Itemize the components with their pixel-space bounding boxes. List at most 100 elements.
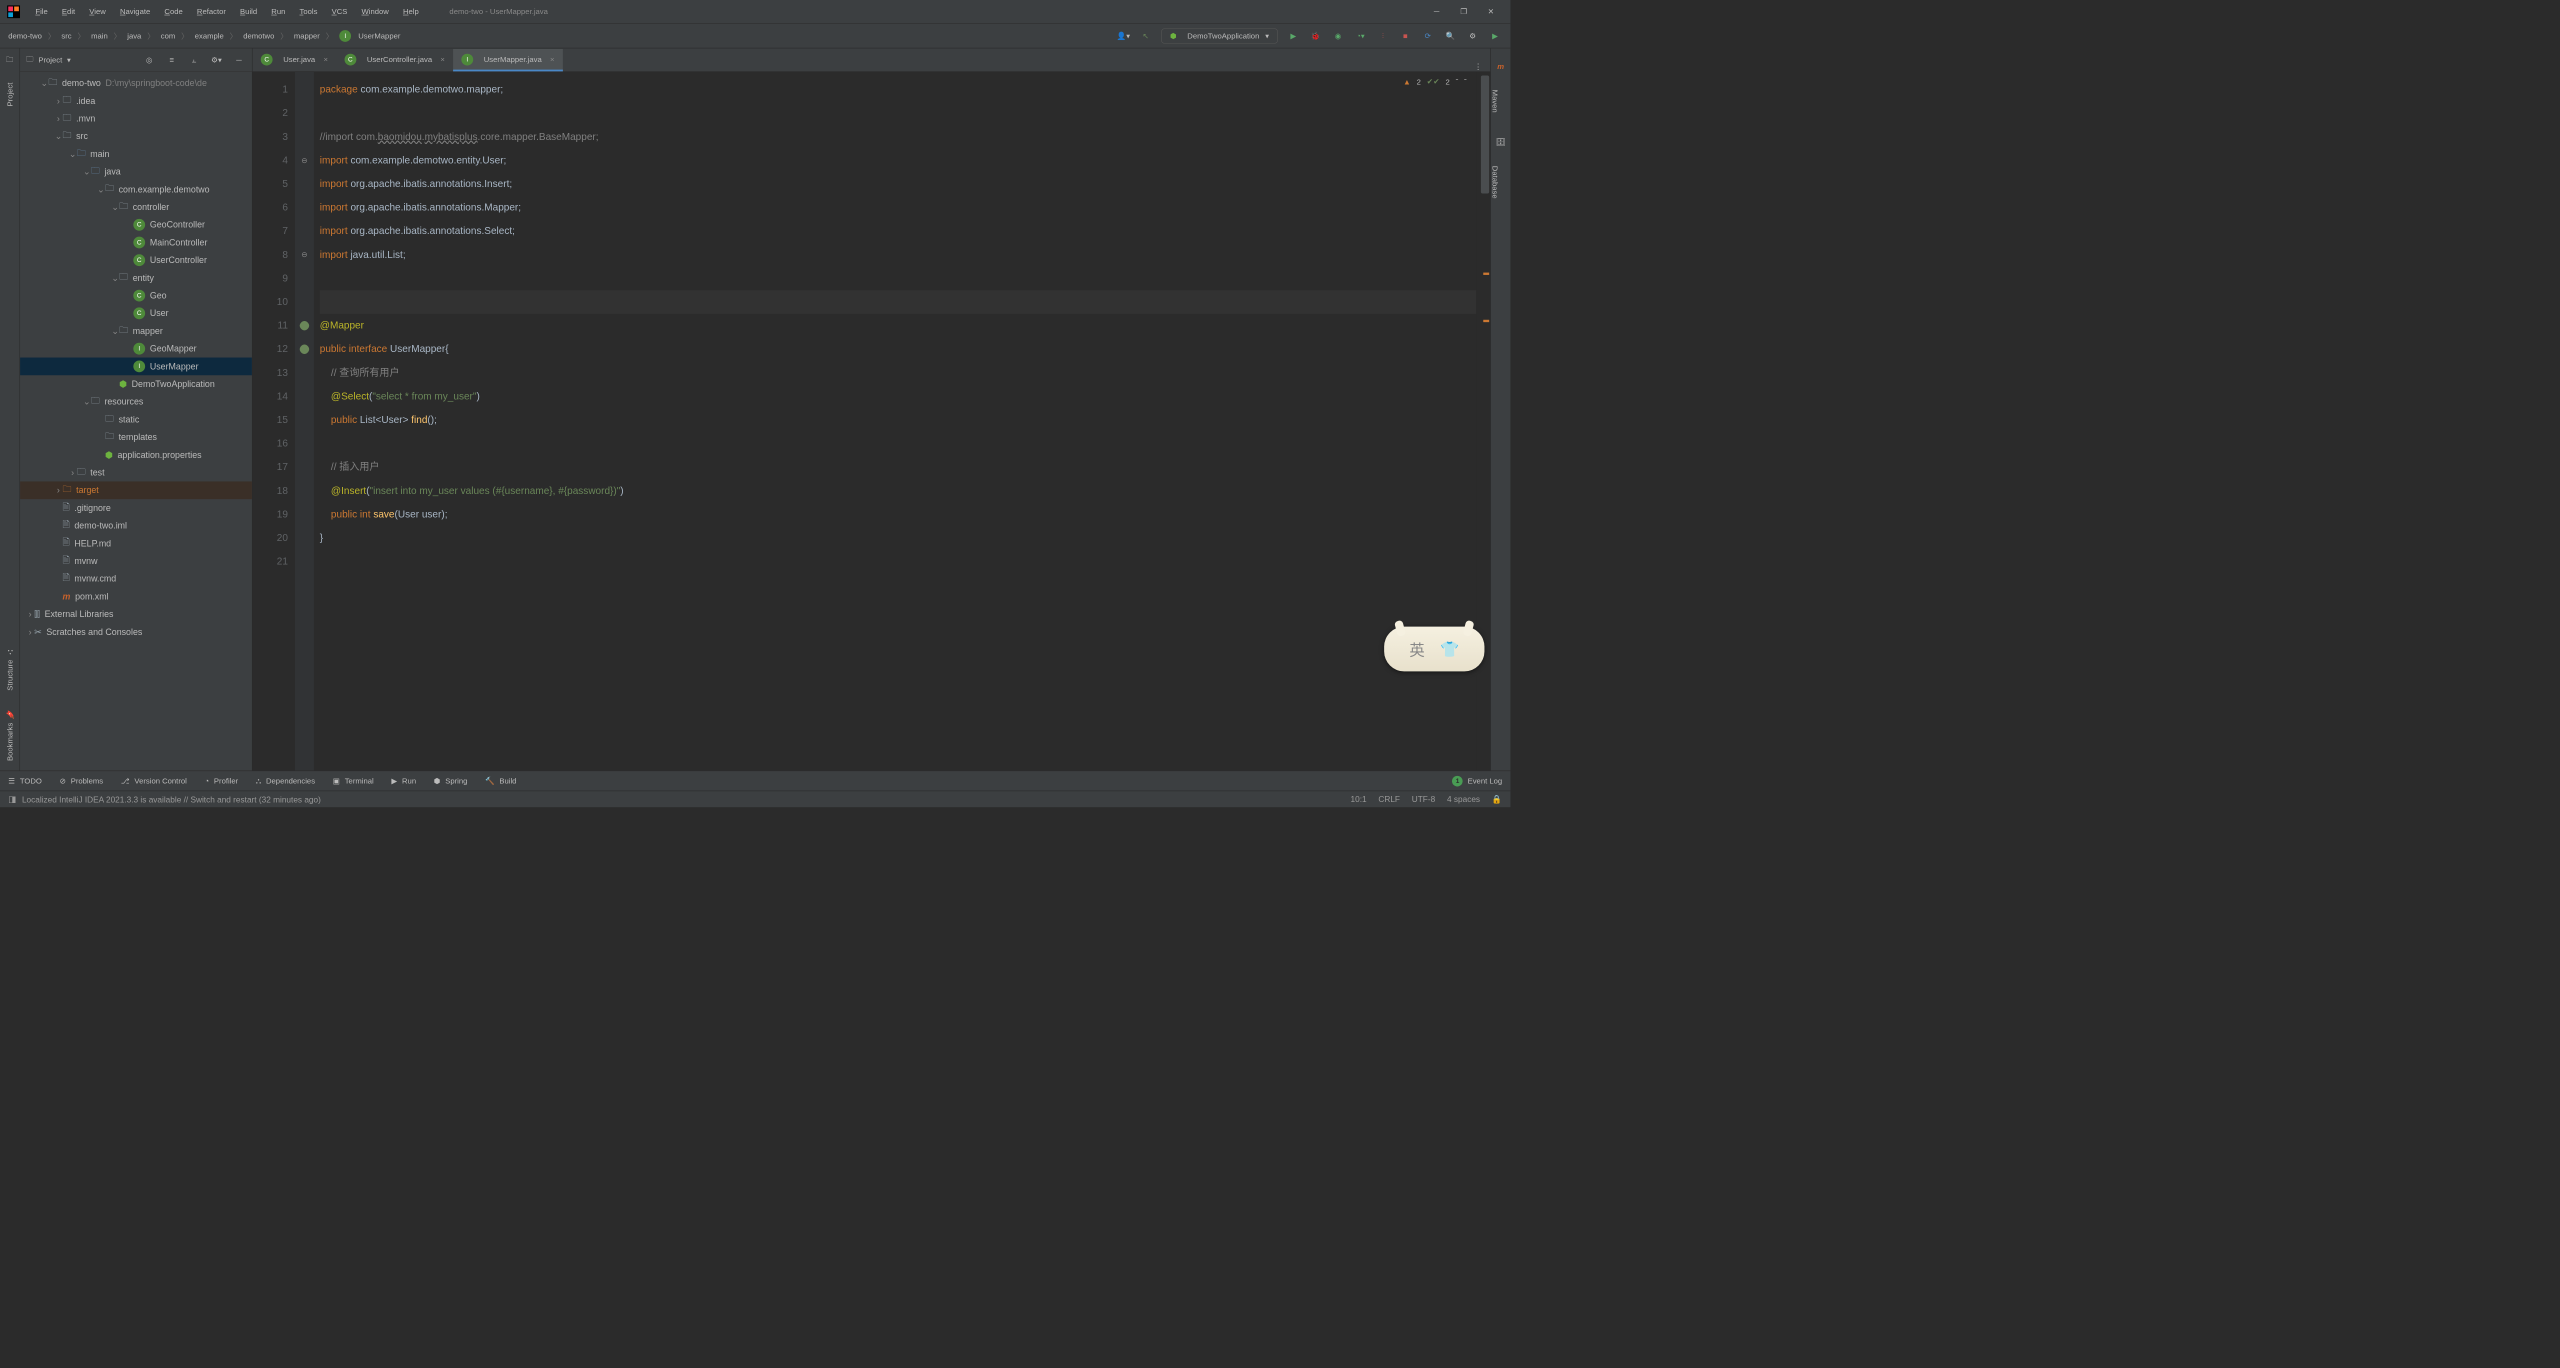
tree-item-HELP.md[interactable]: 🗎HELP.md [20,535,252,553]
tree-arrow[interactable]: › [54,114,62,124]
maven-tool-button[interactable]: Maven [1491,90,1500,113]
tree-item-MainController[interactable]: CMainController [20,234,252,252]
update-button[interactable]: ⟳ [1421,29,1435,43]
tree-arrow[interactable]: ⌄ [111,326,119,337]
project-tool-button[interactable]: Project [5,83,14,107]
tree-item-controller[interactable]: ⌄🗀controller [20,198,252,216]
tool-dependencies[interactable]: ⛬Dependencies [256,776,315,785]
tree-arrow[interactable]: ⌄ [68,149,76,160]
tool-spring[interactable]: ⬢Spring [434,776,468,785]
crumb-example[interactable]: example [195,31,224,40]
tree-item-External Libraries[interactable]: ›⫿⫿External Libraries [20,605,252,623]
maximize-button[interactable]: ❐ [1456,4,1471,19]
run-config-selector[interactable]: ⬢ DemoTwoApplication ▾ [1161,28,1278,43]
run-anything-icon[interactable]: ▶ [1488,29,1502,43]
breadcrumb[interactable]: demo-two〉src〉main〉java〉com〉example〉demot… [8,30,400,42]
tree-item-UserMapper[interactable]: IUserMapper [20,358,252,376]
tree-arrow[interactable]: ⌄ [111,202,119,213]
chevron-down-icon[interactable]: ˇ [1464,77,1467,86]
tree-item-entity[interactable]: ⌄🗀entity [20,269,252,287]
menu-edit[interactable]: Edit [55,4,82,20]
tree-item-.idea[interactable]: ›🗀.idea [20,92,252,110]
crumb-java[interactable]: java [127,31,141,40]
menu-view[interactable]: View [82,4,113,20]
tree-item-application.properties[interactable]: ⬢application.properties [20,446,252,464]
tree-item-main[interactable]: ⌄🗀main [20,145,252,163]
tree-arrow[interactable]: ⌄ [97,184,105,195]
crumb-UserMapper[interactable]: UserMapper [358,31,400,40]
status-UTF8[interactable]: UTF-8 [1412,794,1435,804]
coverage-button[interactable]: ◉ [1331,29,1345,43]
tree-item-pom.xml[interactable]: mpom.xml [20,588,252,606]
tree-item-mapper[interactable]: ⌄🗀mapper [20,322,252,340]
crumb-demotwo[interactable]: demotwo [243,31,274,40]
run-button[interactable]: ▶ [1286,29,1300,43]
menu-navigate[interactable]: Navigate [113,4,157,20]
status-icon[interactable]: ◨ [8,794,16,804]
warning-marker[interactable] [1483,320,1489,322]
debug-button[interactable]: 🐞 [1309,29,1323,43]
tree-item-demo-two[interactable]: ⌄🗀demo-twoD:\my\springboot-code\de [20,74,252,92]
tree-item-User[interactable]: CUser [20,304,252,322]
menu-help[interactable]: Help [396,4,426,20]
structure-tool-button[interactable]: Structure ⛬ [5,649,14,691]
event-log-button[interactable]: Event Log [1468,776,1503,785]
profile-button[interactable]: ◔▾ [1353,29,1367,43]
crumb-main[interactable]: main [91,31,108,40]
add-user-icon[interactable]: 👤▾ [1116,29,1130,43]
back-arrow-icon[interactable]: ↖ [1139,29,1153,43]
tree-item-templates[interactable]: 🗀templates [20,428,252,446]
chevron-up-icon[interactable]: ˆ [1456,77,1459,86]
select-opened-file-icon[interactable]: ◎ [142,53,156,67]
tab-UserController.java[interactable]: CUserController.java× [336,49,453,71]
tree-arrow[interactable]: ⌄ [111,273,119,284]
tree-item-GeoMapper[interactable]: IGeoMapper [20,340,252,358]
ime-indicator[interactable]: 英 👕 [1384,627,1484,672]
crumb-src[interactable]: src [61,31,71,40]
menu-window[interactable]: Window [354,4,395,20]
menu-build[interactable]: Build [233,4,264,20]
status-CRLF[interactable]: CRLF [1378,794,1400,804]
tab-close-icon[interactable]: × [550,55,554,64]
tab-close-icon[interactable]: × [440,55,444,64]
tree-arrow[interactable]: ⌄ [54,131,62,142]
tree-item-target[interactable]: ›🗀target [20,481,252,499]
gear-icon[interactable]: ⚙▾ [209,53,223,67]
tree-item-mvnw[interactable]: 🗎mvnw [20,552,252,570]
tree-item-static[interactable]: 🗀static [20,411,252,429]
attach-process-icon[interactable]: ⫶ [1376,29,1390,43]
tree-arrow[interactable]: ⌄ [83,166,91,177]
collapse-all-icon[interactable]: ⫠ [187,53,201,67]
crumb-com[interactable]: com [161,31,175,40]
tree-arrow[interactable]: › [54,96,62,106]
stop-button[interactable]: ■ [1398,29,1412,43]
crumb-demo-two[interactable]: demo-two [8,31,42,40]
tree-arrow[interactable]: ⌄ [40,78,48,89]
tree-item-test[interactable]: ›🗀test [20,464,252,482]
lock-icon[interactable]: 🔒 [1492,794,1502,804]
tab-User.java[interactable]: CUser.java× [253,49,337,71]
tree-item-com.example.demotwo[interactable]: ⌄🗀com.example.demotwo [20,181,252,199]
tool-run[interactable]: ▶Run [391,776,416,785]
tree-item-Scratches and Consoles[interactable]: ›✂Scratches and Consoles [20,623,252,641]
minimize-button[interactable]: ─ [1429,4,1444,19]
folder-icon[interactable]: 🗀 [6,54,14,67]
close-button[interactable]: ✕ [1483,4,1498,19]
menu-file[interactable]: File [28,4,55,20]
line-number-gutter[interactable]: 123456789101112131415161718192021 [253,72,295,771]
tree-arrow[interactable]: ⌄ [83,396,91,407]
tree-arrow[interactable]: › [68,468,76,478]
tree-arrow[interactable]: › [26,609,34,619]
code-area[interactable]: package com.example.demotwo.mapper;//imp… [314,72,1476,771]
crumb-mapper[interactable]: mapper [294,31,320,40]
project-tree[interactable]: ⌄🗀demo-twoD:\my\springboot-code\de›🗀.ide… [20,72,252,771]
tree-item-demo-two.iml[interactable]: 🗎demo-two.iml [20,517,252,535]
warning-marker[interactable] [1483,273,1489,275]
tool-build[interactable]: 🔨Build [485,776,516,785]
hide-panel-icon[interactable]: ─ [232,53,246,67]
tool-profiler[interactable]: ◔Profiler [205,776,239,785]
tabs-more-icon[interactable]: ⋮ [1466,62,1490,71]
tree-item-.gitignore[interactable]: 🗎.gitignore [20,499,252,517]
tool-todo[interactable]: ☰TODO [8,776,42,785]
status-101[interactable]: 10:1 [1351,794,1367,804]
